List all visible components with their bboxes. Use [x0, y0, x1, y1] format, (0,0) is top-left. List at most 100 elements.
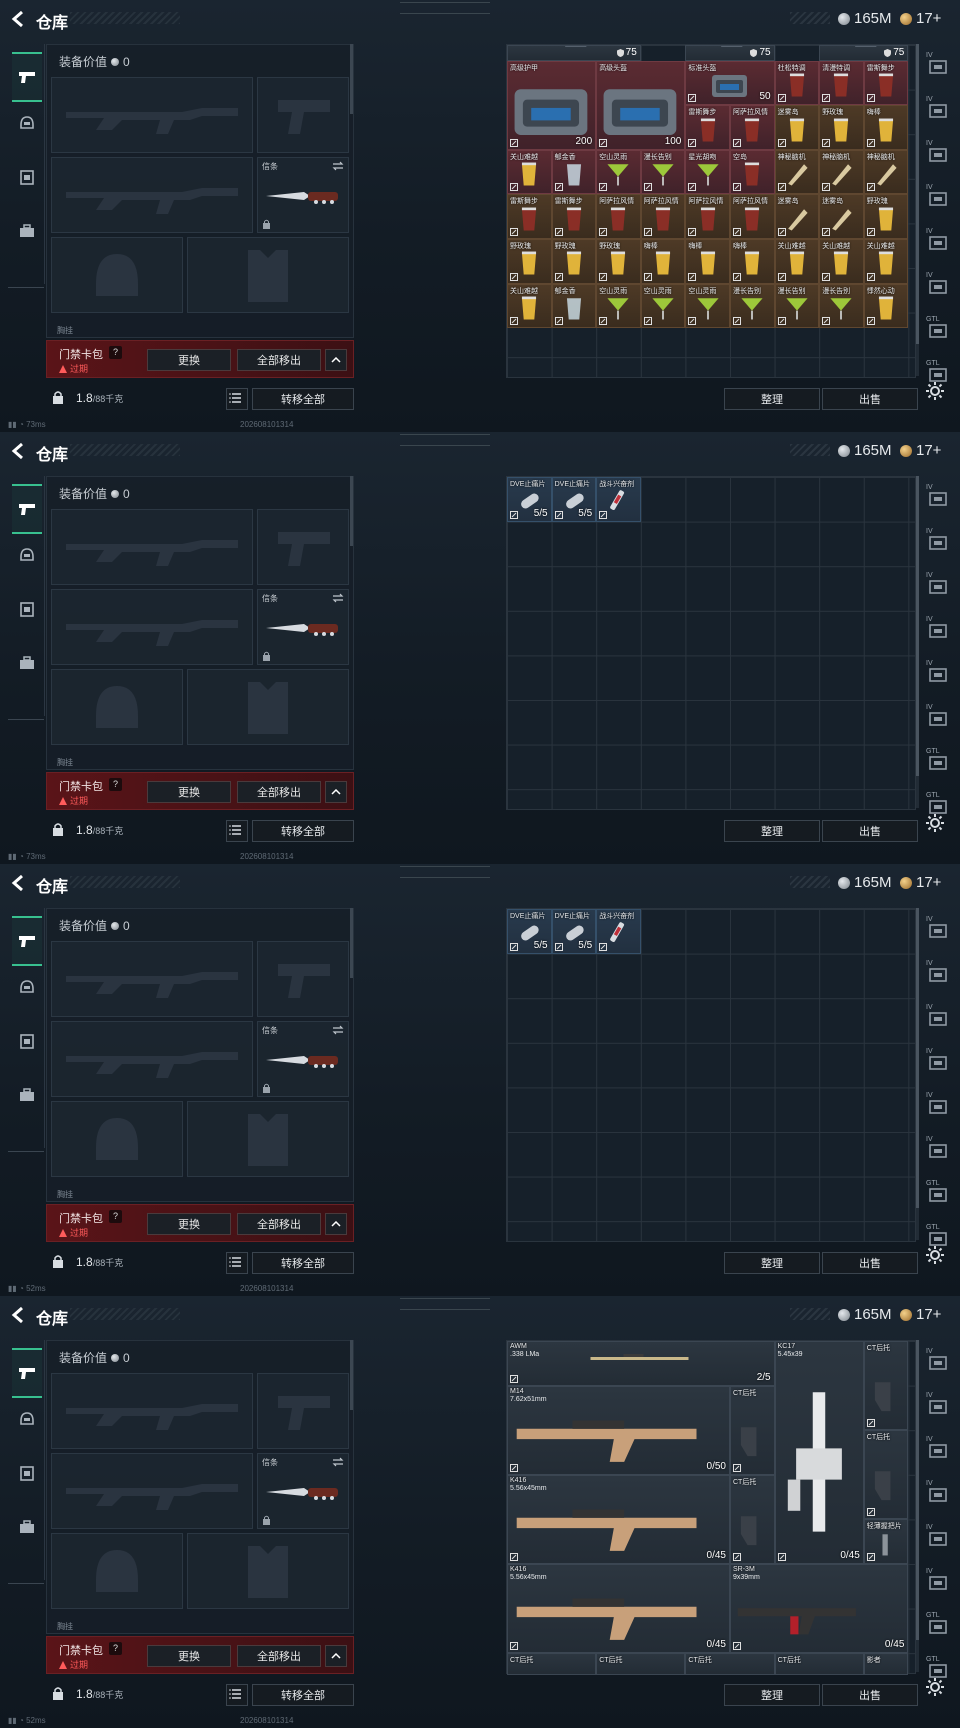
melee-slot[interactable]: 信条	[257, 589, 349, 665]
inventory-item[interactable]: 郁金香	[551, 149, 597, 195]
inventory-item[interactable]: 杜松特调	[774, 60, 820, 106]
nav-weapons[interactable]	[12, 916, 42, 966]
transfer-all-button[interactable]: 转移全部	[252, 820, 354, 842]
storage-tab-4[interactable]: IV	[924, 184, 952, 212]
equipment-scrollbar[interactable]	[350, 908, 353, 978]
inventory-grid[interactable]: DVE止痛片 5/5 DVE止痛片 5/5 战斗兴奋剂	[506, 476, 916, 810]
inventory-item[interactable]: M14 7.62x51mm 0/50	[507, 1385, 730, 1475]
inventory-item[interactable]: CT后托	[863, 1430, 909, 1520]
inventory-item[interactable]: 空山灵雨	[640, 283, 686, 329]
secondary-weapon-slot[interactable]	[51, 157, 253, 233]
storage-tab-3[interactable]: IV	[924, 140, 952, 168]
inventory-item[interactable]: 阿萨拉风情	[640, 194, 686, 239]
grid-scrollbar[interactable]	[916, 1340, 919, 1672]
back-arrow-icon[interactable]	[8, 440, 30, 462]
nav-backpack[interactable]	[12, 1512, 42, 1542]
inventory-item[interactable]: 迷雾岛	[774, 194, 820, 239]
inventory-item[interactable]: DVE止痛片 5/5	[507, 909, 552, 954]
inventory-item[interactable]: 阿萨拉风情	[730, 105, 775, 150]
storage-tab-3[interactable]: IV	[924, 572, 952, 600]
inventory-item[interactable]: 嗨棒	[685, 239, 730, 284]
storage-tab-5[interactable]: IV	[924, 660, 952, 688]
primary-weapon-slot[interactable]	[51, 77, 253, 153]
inventory-item[interactable]: 关山难越	[774, 239, 820, 284]
inventory-item[interactable]: KC17 5.45x39 0/45	[774, 1341, 864, 1564]
inventory-item[interactable]: CT后托	[863, 1341, 909, 1431]
swap-icon[interactable]	[332, 1457, 344, 1467]
inventory-item[interactable]: 漫长告别	[774, 283, 820, 329]
inventory-item[interactable]: 关山难越	[819, 239, 864, 284]
storage-tab-1[interactable]: IV	[924, 1348, 952, 1376]
inventory-item[interactable]: CT后托	[730, 1385, 775, 1475]
storage-tab-5[interactable]: IV	[924, 1524, 952, 1552]
inventory-item[interactable]: DVE止痛片 5/5	[551, 909, 597, 954]
replace-button[interactable]: 更换	[147, 349, 231, 371]
nav-backpack[interactable]	[12, 648, 42, 678]
swap-icon[interactable]	[332, 1025, 344, 1035]
inventory-item[interactable]: 野玫瑰	[551, 239, 597, 284]
inventory-item[interactable]: 野玫瑰	[596, 239, 641, 284]
inventory-item[interactable]: 75	[507, 45, 641, 61]
inventory-item[interactable]: 高级头盔 100	[596, 60, 686, 150]
inventory-item[interactable]: 空山灵雨	[596, 149, 641, 195]
inventory-item[interactable]: DVE止痛片 5/5	[507, 477, 552, 522]
sort-button[interactable]: 整理	[724, 1252, 820, 1274]
nav-backpack[interactable]	[12, 216, 42, 246]
inventory-item[interactable]: 嗨棒	[640, 239, 686, 284]
helmet-slot[interactable]	[51, 669, 183, 745]
primary-weapon-slot[interactable]	[51, 509, 253, 585]
nav-vest[interactable]	[12, 594, 42, 624]
inventory-item[interactable]: 空山灵雨	[685, 283, 730, 329]
back-arrow-icon[interactable]	[8, 8, 30, 30]
sell-button[interactable]: 出售	[822, 1684, 918, 1706]
inventory-item[interactable]: 关山难越	[507, 283, 552, 329]
inventory-item[interactable]: 悸然心动	[863, 283, 909, 329]
move-all-out-button[interactable]: 全部移出	[237, 1213, 321, 1235]
gear-icon[interactable]	[924, 380, 946, 402]
inventory-item[interactable]: 嗨棒	[863, 105, 909, 150]
storage-tab-1[interactable]: IV	[924, 916, 952, 944]
move-all-out-button[interactable]: 全部移出	[237, 1645, 321, 1667]
storage-tab-5[interactable]: IV	[924, 228, 952, 256]
storage-tab-4[interactable]: IV	[924, 1048, 952, 1076]
nav-armor[interactable]	[12, 108, 42, 138]
inventory-item[interactable]: 神秘脑机	[774, 149, 820, 195]
inventory-item[interactable]: 漫长告别	[819, 283, 864, 329]
inventory-item[interactable]: SR-3M 9x39mm 0/45	[730, 1564, 909, 1654]
swap-icon[interactable]	[332, 161, 344, 171]
inventory-item[interactable]: 关山难越	[863, 239, 909, 284]
list-view-button[interactable]	[226, 820, 248, 842]
help-icon[interactable]: ?	[109, 346, 122, 359]
sort-button[interactable]: 整理	[724, 388, 820, 410]
gear-icon[interactable]	[924, 812, 946, 834]
nav-vest[interactable]	[12, 162, 42, 192]
storage-tab-2[interactable]: IV	[924, 528, 952, 556]
sort-button[interactable]: 整理	[724, 1684, 820, 1706]
pistol-slot[interactable]	[257, 941, 349, 1017]
nav-weapons[interactable]	[12, 484, 42, 534]
equipment-scrollbar[interactable]	[350, 476, 353, 546]
inventory-item[interactable]: 野玫瑰	[819, 105, 864, 150]
storage-tab-7[interactable]: GTL	[924, 1612, 952, 1640]
collapse-button[interactable]	[325, 781, 347, 803]
grid-scrollbar-thumb[interactable]	[916, 1340, 919, 1640]
storage-tab-3[interactable]: IV	[924, 1004, 952, 1032]
pistol-slot[interactable]	[257, 77, 349, 153]
storage-tab-6[interactable]: IV	[924, 704, 952, 732]
inventory-item[interactable]: 漫长告别	[640, 149, 686, 195]
replace-button[interactable]: 更换	[147, 781, 231, 803]
replace-button[interactable]: 更换	[147, 1213, 231, 1235]
inventory-item[interactable]: CT后托	[685, 1653, 775, 1676]
list-view-button[interactable]	[226, 1684, 248, 1706]
inventory-item[interactable]: 75	[685, 45, 775, 61]
equipment-scrollbar[interactable]	[350, 1340, 353, 1410]
inventory-item[interactable]: 雷斯舞步	[551, 194, 597, 239]
melee-slot[interactable]: 信条	[257, 1021, 349, 1097]
back-arrow-icon[interactable]	[8, 1304, 30, 1326]
inventory-item[interactable]: 神秘脑机	[863, 149, 909, 195]
storage-tab-2[interactable]: IV	[924, 1392, 952, 1420]
secondary-weapon-slot[interactable]	[51, 1453, 253, 1529]
transfer-all-button[interactable]: 转移全部	[252, 388, 354, 410]
help-icon[interactable]: ?	[109, 778, 122, 791]
grid-scrollbar-thumb[interactable]	[916, 44, 919, 344]
